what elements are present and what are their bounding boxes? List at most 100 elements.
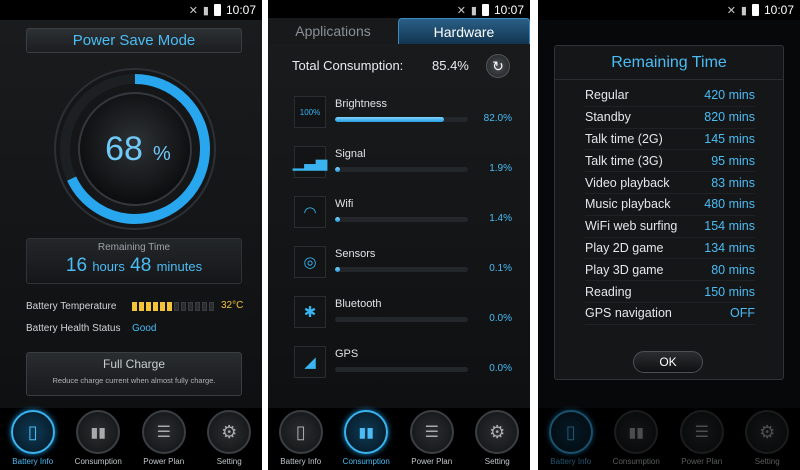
usage-bar-fill xyxy=(335,117,445,122)
signal-icon: ▮ xyxy=(202,4,209,17)
temperature-segment xyxy=(167,302,172,311)
tab-hardware[interactable]: Hardware xyxy=(398,18,530,44)
nav-setting[interactable]: ⚙ Setting xyxy=(199,410,259,466)
status-bar: ✕ ▮ 10:07 xyxy=(268,0,530,20)
hardware-row-sensors[interactable]: ◎ Sensors 0.1% xyxy=(292,246,512,286)
nav-setting[interactable]: ⚙ Setting xyxy=(737,410,797,466)
activity-time: 420 mins xyxy=(704,88,755,103)
usage-percent: 82.0% xyxy=(483,113,512,124)
refresh-icon: ↻ xyxy=(492,57,504,74)
activity-label: Music playback xyxy=(585,197,671,212)
battery-status-icon xyxy=(751,4,759,16)
remaining-time-row: Standby 820 mins xyxy=(585,107,755,129)
nav-label: Consumption xyxy=(342,457,390,466)
usage-bar-fill xyxy=(335,217,341,222)
status-time: 10:07 xyxy=(493,3,524,17)
refresh-button[interactable]: ↻ xyxy=(486,54,510,78)
list-icon: ☰ xyxy=(424,424,439,441)
activity-label: Regular xyxy=(585,88,629,103)
temperature-meter xyxy=(132,302,214,311)
activity-time: 145 mins xyxy=(704,131,755,146)
activity-label: Play 3D game xyxy=(585,262,664,277)
nav-power-plan[interactable]: ☰ Power Plan xyxy=(134,410,194,466)
nav-consumption[interactable]: ▮▮ Consumption xyxy=(606,410,666,466)
temperature-segment xyxy=(153,302,158,311)
ok-button[interactable]: OK xyxy=(633,351,703,373)
hardware-name: Sensors xyxy=(335,248,376,260)
usage-percent: 1.9% xyxy=(489,163,512,174)
nav-power-plan[interactable]: ☰ Power Plan xyxy=(672,410,732,466)
gear-icon: ⚙ xyxy=(759,421,776,442)
usage-bar-track xyxy=(335,217,468,222)
bar-chart-icon: ▮▮ xyxy=(628,423,644,440)
bottom-nav: ▯ Battery Info ▮▮ Consumption ☰ Power Pl… xyxy=(0,408,262,470)
full-charge-button[interactable]: Full Charge Reduce charge current when a… xyxy=(26,352,242,396)
nav-label: Battery Info xyxy=(550,457,592,466)
activity-label: Play 2D game xyxy=(585,240,664,255)
total-consumption-value: 85.4% xyxy=(432,58,469,73)
battery-percent-symbol: % xyxy=(153,143,171,165)
nav-label: Power Plan xyxy=(143,457,185,466)
signal-icon: ▮ xyxy=(740,4,747,17)
full-charge-description: Reduce charge current when almost fully … xyxy=(52,376,216,385)
activity-time: 134 mins xyxy=(704,240,755,255)
battery-icon: ▯ xyxy=(295,421,306,442)
consumption-screen: ✕ ▮ 10:07 Applications Hardware Total Co… xyxy=(268,0,530,470)
minutes-unit: minutes xyxy=(156,259,203,274)
activity-time: 80 mins xyxy=(711,262,755,277)
battery-status-icon xyxy=(481,4,489,16)
remaining-time-row: WiFi web surfing 154 mins xyxy=(585,216,755,238)
hours-unit: hours xyxy=(92,259,125,274)
nav-power-plan[interactable]: ☰ Power Plan xyxy=(402,410,462,466)
nav-label: Setting xyxy=(216,457,242,466)
activity-time: 154 mins xyxy=(704,219,755,234)
battery-health-value: Good xyxy=(132,323,157,334)
hardware-row-wifi[interactable]: ◠ Wifi 1.4% xyxy=(292,196,512,236)
activity-label: WiFi web surfing xyxy=(585,219,678,234)
hardware-row-gps[interactable]: ◢ GPS 0.0% xyxy=(292,346,512,386)
remaining-time-screen: ✕ ▮ 10:07 Remaining Time Regular 420 mins… xyxy=(538,0,800,470)
nav-consumption[interactable]: ▮▮ Consumption xyxy=(68,410,128,466)
remaining-time-list: Regular 420 mins Standby 820 mins Talk time … xyxy=(555,85,783,325)
tab-applications[interactable]: Applications xyxy=(268,18,398,44)
usage-bar-track xyxy=(335,117,468,122)
activity-time: 95 mins xyxy=(711,153,755,168)
hardware-row-brightness[interactable]: 100% Brightness 82.0% xyxy=(292,96,512,136)
list-icon: ☰ xyxy=(156,424,171,441)
hardware-row-bluetooth[interactable]: ✱ Bluetooth 0.0% xyxy=(292,296,512,336)
remaining-time-row: Play 2D game 134 mins xyxy=(585,238,755,260)
gps-icon: ◢ xyxy=(294,346,326,378)
battery-status-icon xyxy=(213,4,221,16)
activity-time: 150 mins xyxy=(704,284,755,299)
bluetooth-icon: ✱ xyxy=(294,296,326,328)
usage-bar-track xyxy=(335,317,468,322)
usage-bar-track xyxy=(335,367,468,372)
mute-icon: ✕ xyxy=(726,4,736,17)
nav-consumption[interactable]: ▮▮ Consumption xyxy=(336,410,396,466)
usage-percent: 0.1% xyxy=(489,263,512,274)
nav-battery-info[interactable]: ▯ Battery Info xyxy=(3,410,63,466)
activity-time: 480 mins xyxy=(704,197,755,212)
battery-health-label: Battery Health Status xyxy=(26,323,121,334)
status-time: 10:07 xyxy=(225,3,256,17)
nav-battery-info[interactable]: ▯ Battery Info xyxy=(271,410,331,466)
activity-label: Reading xyxy=(585,284,632,299)
nav-setting[interactable]: ⚙ Setting xyxy=(467,410,527,466)
battery-info-screen: ✕ ▮ 10:07 Power Save Mode 68 % Remaining… xyxy=(0,0,262,470)
nav-battery-info[interactable]: ▯ Battery Info xyxy=(541,410,601,466)
usage-percent: 0.0% xyxy=(489,363,512,374)
remaining-time-row: Talk time (2G) 145 mins xyxy=(585,129,755,151)
full-charge-title: Full Charge xyxy=(102,357,166,371)
nav-label: Setting xyxy=(484,457,510,466)
power-save-mode-title[interactable]: Power Save Mode xyxy=(26,28,242,53)
remaining-time-row: Reading 150 mins xyxy=(585,281,755,303)
remaining-minutes: 48 xyxy=(130,255,152,276)
remaining-time-value: 16 hours 48 minutes xyxy=(27,255,241,277)
wifi-icon: ◠ xyxy=(294,196,326,228)
remaining-time-row: Music playback 480 mins xyxy=(585,194,755,216)
battery-icon: ▯ xyxy=(27,421,38,442)
nav-label: Setting xyxy=(754,457,780,466)
status-time: 10:07 xyxy=(763,3,794,17)
hardware-row-signal[interactable]: ▁▃▅ Signal 1.9% xyxy=(292,146,512,186)
remaining-time-box[interactable]: Remaining Time 16 hours 48 minutes xyxy=(26,238,242,284)
